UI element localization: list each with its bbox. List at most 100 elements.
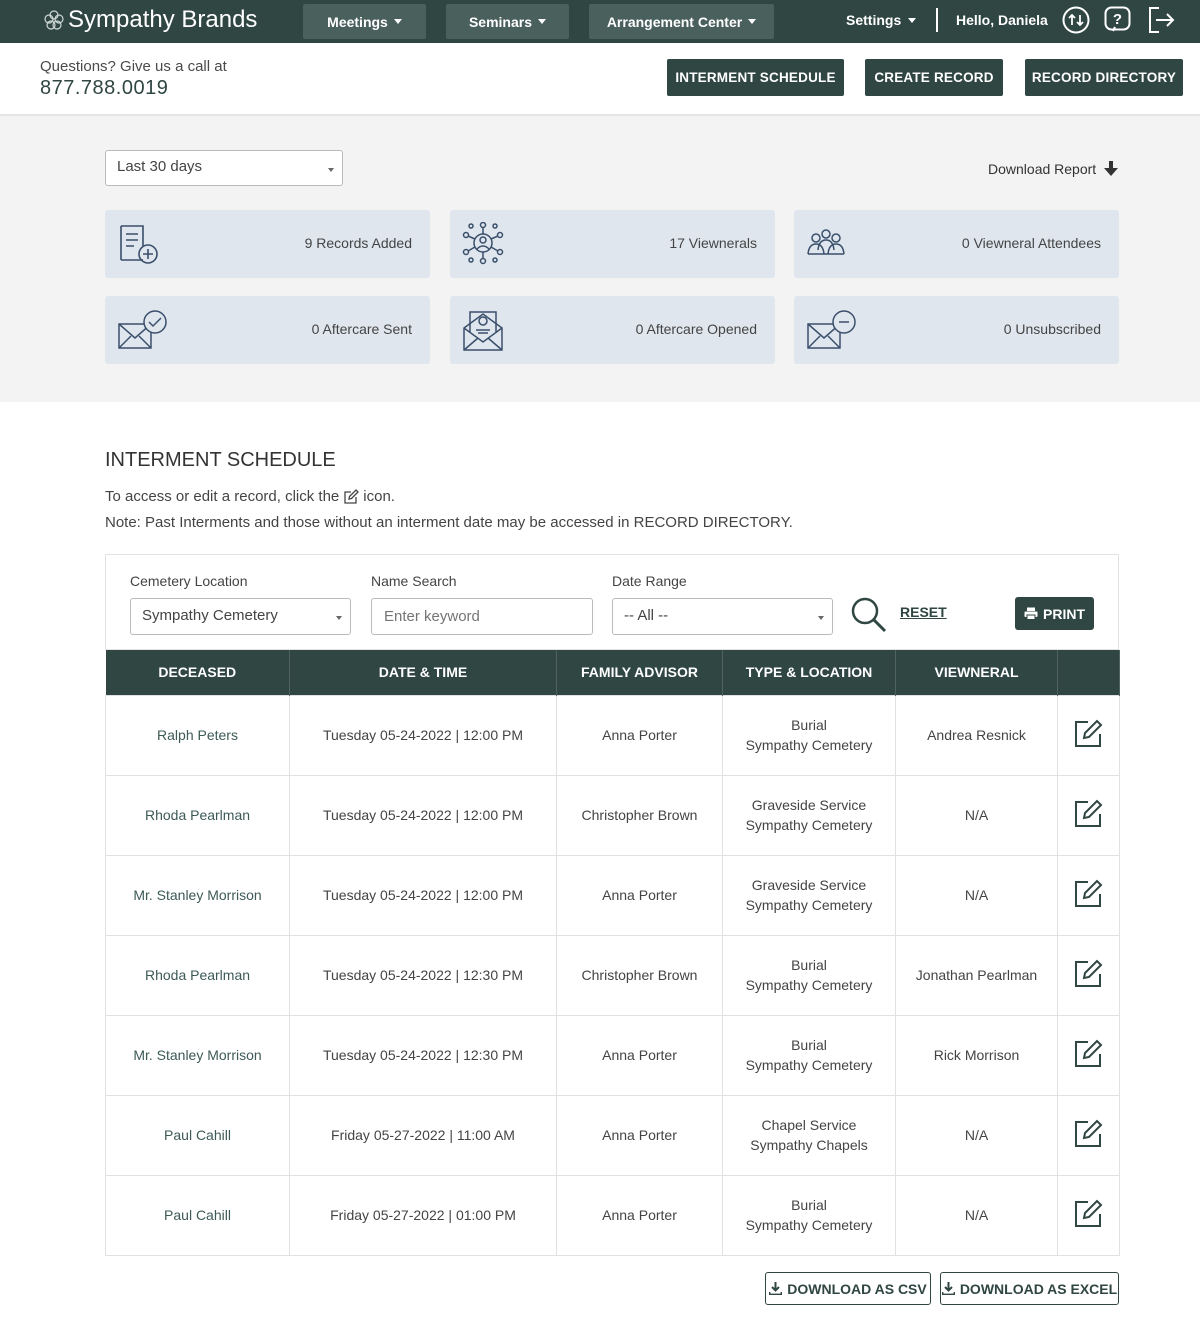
column-header-deceased[interactable]: DECEASED	[105, 650, 290, 695]
download-icon	[941, 1282, 955, 1295]
advisor-cell: Anna Porter	[556, 1014, 723, 1096]
service-type: Burial	[791, 1037, 827, 1053]
record-directory-button[interactable]: RECORD DIRECTORY	[1025, 59, 1183, 96]
column-header-viewneral[interactable]: VIEWNERAL	[895, 650, 1058, 695]
column-header-date-time[interactable]: DATE & TIME	[289, 650, 557, 695]
name-search-input[interactable]	[372, 599, 592, 634]
nav-menu-label: Meetings	[327, 13, 388, 30]
service-type: Burial	[791, 717, 827, 733]
column-header-type-location[interactable]: TYPE & LOCATION	[722, 650, 896, 695]
date-range-filter-select[interactable]: -- All --	[612, 598, 833, 635]
edit-cell	[1057, 774, 1120, 856]
viewneral-cell: N/A	[895, 1094, 1058, 1176]
phone-number[interactable]: 877.788.0019	[40, 77, 168, 100]
stat-label: 17 Viewnerals	[669, 235, 757, 251]
stat-card-aftercare-sent: 0 Aftercare Sent	[105, 296, 430, 364]
table-row: Paul Cahill Friday 05-27-2022 | 01:00 PM…	[105, 1174, 1120, 1256]
edit-icon[interactable]	[1074, 878, 1104, 908]
stat-card-aftercare-opened: 0 Aftercare Opened	[450, 296, 775, 364]
deceased-cell[interactable]: Mr. Stanley Morrison	[105, 854, 290, 936]
viewneral-cell: Rick Morrison	[895, 1014, 1058, 1096]
printer-icon	[1024, 607, 1038, 620]
instructions-text: To access or edit a record, click the	[105, 488, 340, 505]
name-search-input-wrapper	[371, 598, 593, 635]
download-csv-label: DOWNLOAD AS CSV	[787, 1280, 927, 1297]
settings-menu[interactable]: Settings	[846, 12, 917, 28]
deceased-cell[interactable]: Mr. Stanley Morrison	[105, 1014, 290, 1096]
cemetery-location-value: Sympathy Cemetery	[142, 607, 278, 624]
edit-icon[interactable]	[1074, 798, 1104, 828]
datetime-cell: Tuesday 05-24-2022 | 12:30 PM	[289, 1014, 557, 1096]
edit-instructions: To access or edit a record, click the ic…	[105, 488, 395, 505]
caret-down-icon	[748, 19, 757, 24]
logout-icon[interactable]	[1146, 5, 1176, 35]
download-report-link[interactable]: Download Report	[988, 160, 1120, 178]
deceased-cell[interactable]: Paul Cahill	[105, 1174, 290, 1256]
name-search-label: Name Search	[371, 573, 457, 589]
viewneral-cell: Jonathan Pearlman	[895, 934, 1058, 1016]
brand-logo[interactable]: Sympathy Brands	[44, 6, 257, 34]
column-header-family-advisor[interactable]: FAMILY ADVISOR	[556, 650, 723, 695]
reset-link[interactable]: RESET	[900, 604, 947, 620]
mail-minus-icon	[807, 310, 856, 349]
service-location: Sympathy Cemetery	[745, 977, 873, 993]
nav-menu-meetings[interactable]: Meetings	[303, 4, 426, 39]
help-icon[interactable]: ?	[1103, 5, 1133, 35]
type-location-cell: Burial Sympathy Cemetery	[722, 1014, 896, 1096]
stat-label: 0 Viewneral Attendees	[961, 235, 1101, 251]
stat-label: 9 Records Added	[304, 235, 412, 251]
advisor-cell: Anna Porter	[556, 1174, 723, 1256]
top-nav-bar: Sympathy Brands Meetings Seminars Arrang…	[0, 0, 1200, 43]
edit-cell	[1057, 934, 1120, 1016]
edit-icon[interactable]	[1074, 718, 1104, 748]
advisor-cell: Anna Porter	[556, 854, 723, 936]
download-icon	[769, 1282, 783, 1295]
edit-icon[interactable]	[1074, 1198, 1104, 1228]
cemetery-location-select[interactable]: Sympathy Cemetery	[130, 598, 351, 635]
edit-icon[interactable]	[1074, 1038, 1104, 1068]
service-location: Sympathy Cemetery	[745, 737, 873, 753]
download-report-label: Download Report	[988, 161, 1097, 177]
date-range-value: Last 30 days	[117, 158, 203, 175]
cemetery-location-label: Cemetery Location	[130, 573, 248, 589]
table-row: Mr. Stanley Morrison Tuesday 05-24-2022 …	[105, 854, 1120, 936]
deceased-cell[interactable]: Paul Cahill	[105, 1094, 290, 1176]
stat-label: 0 Aftercare Sent	[311, 321, 412, 337]
nav-menu-seminars[interactable]: Seminars	[446, 4, 569, 39]
edit-cell	[1057, 854, 1120, 936]
edit-cell	[1057, 1014, 1120, 1096]
search-icon[interactable]	[850, 596, 888, 634]
advisor-cell: Anna Porter	[556, 694, 723, 776]
sync-icon[interactable]	[1061, 5, 1091, 35]
table-row: Paul Cahill Friday 05-27-2022 | 11:00 AM…	[105, 1094, 1120, 1176]
stat-card-viewneral-attendees: 0 Viewneral Attendees	[794, 210, 1119, 278]
datetime-cell: Tuesday 05-24-2022 | 12:30 PM	[289, 934, 557, 1016]
record-add-icon	[120, 225, 158, 264]
edit-icon[interactable]	[1074, 958, 1104, 988]
past-interments-note: Note: Past Interments and those without …	[105, 514, 793, 531]
user-greeting: Hello, Daniela	[956, 12, 1048, 28]
interment-schedule-button[interactable]: INTERMENT SCHEDULE	[667, 59, 844, 96]
flower-logo-icon	[44, 10, 64, 30]
column-header-actions	[1057, 650, 1120, 695]
nav-menu-arrangement-center[interactable]: Arrangement Center	[589, 4, 774, 39]
service-type: Burial	[791, 1197, 827, 1213]
stat-card-records-added: 9 Records Added	[105, 210, 430, 278]
caret-down-icon	[908, 17, 917, 23]
arrow-down-icon	[1104, 161, 1119, 176]
create-record-button[interactable]: CREATE RECORD	[865, 59, 1003, 96]
deceased-cell[interactable]: Rhoda Pearlman	[105, 934, 290, 1016]
service-location: Sympathy Cemetery	[745, 1057, 873, 1073]
deceased-cell[interactable]: Ralph Peters	[105, 694, 290, 776]
nav-menu-label: Arrangement Center	[606, 13, 743, 30]
print-button[interactable]: PRINT	[1015, 597, 1094, 630]
contact-prompt: Questions? Give us a call at	[40, 58, 227, 75]
edit-icon[interactable]	[1074, 1118, 1104, 1148]
service-type: Graveside Service	[751, 877, 867, 893]
table-row: Rhoda Pearlman Tuesday 05-24-2022 | 12:3…	[105, 934, 1120, 1016]
date-range-select[interactable]: Last 30 days	[105, 150, 343, 186]
service-location: Sympathy Chapels	[750, 1137, 868, 1153]
download-excel-button[interactable]: DOWNLOAD AS EXCEL	[940, 1272, 1119, 1305]
download-csv-button[interactable]: DOWNLOAD AS CSV	[765, 1272, 931, 1305]
deceased-cell[interactable]: Rhoda Pearlman	[105, 774, 290, 856]
